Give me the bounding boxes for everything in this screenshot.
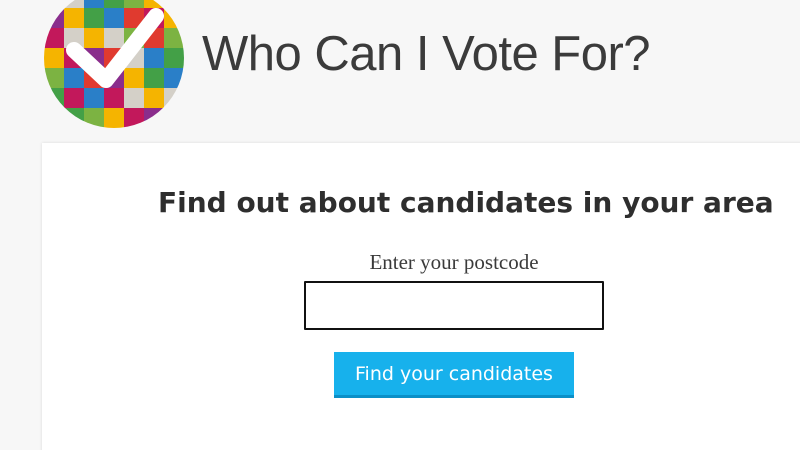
- search-heading: Find out about candidates in your area: [158, 186, 774, 219]
- logo-tile: [104, 28, 124, 48]
- logo-tile: [64, 108, 84, 128]
- logo-tile: [44, 48, 64, 68]
- find-candidates-button[interactable]: Find your candidates: [334, 352, 574, 398]
- logo-tile: [64, 8, 84, 28]
- logo-tile: [104, 0, 124, 8]
- logo-tile: [64, 88, 84, 108]
- site-header: Who Can I Vote For?: [0, 0, 800, 140]
- logo-tile: [84, 88, 104, 108]
- logo-tile: [124, 88, 144, 108]
- page: Who Can I Vote For? Find out about candi…: [0, 0, 800, 450]
- logo-tile: [164, 108, 184, 128]
- logo-tile: [84, 108, 104, 128]
- logo-tile: [164, 88, 184, 108]
- logo-graphic: [44, 0, 184, 128]
- logo-tile: [164, 68, 184, 88]
- logo-tile: [144, 108, 164, 128]
- logo-tile: [44, 8, 64, 28]
- logo-tile: [84, 8, 104, 28]
- logo-tile: [84, 0, 104, 8]
- logo-tile: [164, 48, 184, 68]
- logo-tile: [44, 0, 64, 8]
- logo-tile: [164, 0, 184, 8]
- logo-tile: [44, 88, 64, 108]
- logo-tile: [44, 108, 64, 128]
- logo-tile: [64, 68, 84, 88]
- logo-tile: [124, 108, 144, 128]
- checkmark-mosaic-icon[interactable]: [44, 0, 184, 128]
- logo-tile: [124, 0, 144, 8]
- site-title[interactable]: Who Can I Vote For?: [202, 27, 651, 82]
- logo-tile: [104, 8, 124, 28]
- logo-tile: [144, 0, 164, 8]
- logo-tile: [84, 28, 104, 48]
- postcode-input[interactable]: [304, 281, 604, 330]
- logo-tile: [144, 68, 164, 88]
- logo-tile: [144, 48, 164, 68]
- postcode-label: Enter your postcode: [369, 250, 539, 274]
- logo-tile: [104, 88, 124, 108]
- logo-tile: [44, 68, 64, 88]
- logo-tile: [164, 28, 184, 48]
- logo-tile: [124, 68, 144, 88]
- logo-tile: [144, 88, 164, 108]
- logo-tile: [164, 8, 184, 28]
- logo-tile: [104, 108, 124, 128]
- logo-tile: [44, 28, 64, 48]
- logo-tile: [64, 0, 84, 8]
